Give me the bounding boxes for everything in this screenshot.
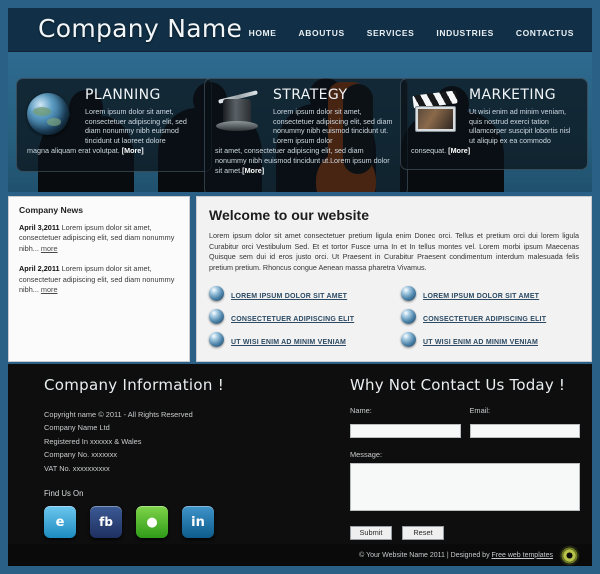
feature-more-link[interactable]: [More] <box>242 166 264 175</box>
site-header: Company Name HOME ABOUTUS SERVICES INDUS… <box>8 8 592 52</box>
news-item-more-link[interactable]: more <box>41 285 58 294</box>
linkedin-icon[interactable]: in <box>182 506 214 539</box>
copyright-label: © Your Website Name 2011 | Designed by <box>359 551 492 559</box>
technorati-icon[interactable]: ● <box>136 506 168 539</box>
list-item[interactable]: UT WISI ENIM AD MINIM VENIAM <box>401 331 579 347</box>
contact-row-name-email: Name: Email: <box>350 406 580 438</box>
feature-body: Lorem ipsum dolor sit amet, consectetuer… <box>273 107 393 145</box>
news-item-more-link[interactable]: more <box>41 244 58 253</box>
contact-form-title: Why Not Contact Us Today ! <box>350 376 566 394</box>
magic-hat-icon <box>215 90 261 139</box>
welcome-link[interactable]: UT WISI ENIM AD MINIM VENIAM <box>423 339 538 347</box>
nav-item-contactus[interactable]: CONTACTUS <box>516 28 574 38</box>
find-us-on-label: Find Us On <box>44 489 84 499</box>
feature-box-marketing[interactable]: MARKETING Ut wisi enim ad minim veniam, … <box>400 78 588 170</box>
company-information-section: Company Information ! Copyright name © 2… <box>36 376 336 539</box>
feature-title: PLANNING <box>85 87 161 103</box>
sphere-bullet-icon <box>209 331 224 347</box>
form-buttons: Submit Reset <box>350 525 580 540</box>
eye-logo-icon <box>561 546 578 564</box>
company-info-line: Company Name Ltd <box>44 423 110 433</box>
company-info-line: VAT No. xxxxxxxxxx <box>44 463 110 473</box>
bottom-bar: © Your Website Name 2011 | Designed by F… <box>8 544 592 566</box>
company-news-title: Company News <box>19 205 83 215</box>
hero-banner: PLANNING Lorem ipsum dolor sit amet, con… <box>8 52 592 192</box>
designer-link[interactable]: Free web templates <box>492 552 553 559</box>
twitter-icon[interactable]: e <box>44 506 76 539</box>
company-information-title: Company Information ! <box>44 376 225 394</box>
nav-item-home[interactable]: HOME <box>249 28 277 38</box>
nav-item-aboutus[interactable]: ABOUTUS <box>299 28 345 38</box>
welcome-panel: Welcome to our website Lorem ipsum dolor… <box>196 196 592 362</box>
company-news-panel: Company News April 3,2011 Lorem ipsum do… <box>8 196 190 362</box>
welcome-link[interactable]: CONSECTETUER ADIPISCING ELIT <box>231 316 354 324</box>
feature-overflow: consequat. [More] <box>411 146 471 156</box>
message-field-group: Message: <box>350 450 580 516</box>
welcome-title: Welcome to our website <box>209 207 369 223</box>
sphere-bullet-icon <box>209 308 224 324</box>
sphere-bullet-icon <box>401 308 416 324</box>
name-label: Name: <box>350 406 372 415</box>
globe-icon <box>27 93 73 139</box>
feature-box-strategy[interactable]: STRATEGY Lorem ipsum dolor sit amet, con… <box>204 78 408 192</box>
link-columns: LOREM IPSUM DOLOR SIT AMET CONSECTETUER … <box>209 285 579 354</box>
feature-body: Ut wisi enim ad minim veniam, quis nostr… <box>469 107 571 145</box>
welcome-link[interactable]: UT WISI ENIM AD MINIM VENIAM <box>231 339 346 347</box>
email-field-group: Email: <box>469 406 580 438</box>
company-info-line: Registered In xxxxxx & Wales <box>44 436 142 446</box>
clapperboard-icon <box>411 90 458 139</box>
feature-overflow: sit amet, consectetuer adipiscing elit, … <box>215 146 390 175</box>
facebook-icon[interactable]: fb <box>90 506 122 539</box>
feature-more-link[interactable]: [More] <box>122 146 144 155</box>
list-item[interactable]: LOREM IPSUM DOLOR SIT AMET <box>209 285 387 301</box>
feature-title: STRATEGY <box>273 87 348 103</box>
site-logo: Company Name <box>38 14 243 43</box>
news-item: April 2,2011 Lorem ipsum dolor sit amet,… <box>19 264 179 295</box>
feature-title: MARKETING <box>469 87 557 103</box>
link-column-right: LOREM IPSUM DOLOR SIT AMET CONSECTETUER … <box>401 285 579 354</box>
sphere-bullet-icon <box>401 331 416 347</box>
site-footer: Company Information ! Copyright name © 2… <box>8 364 592 544</box>
email-label: Email: <box>469 406 491 415</box>
list-item[interactable]: CONSECTETUER ADIPISCING ELIT <box>401 308 579 324</box>
submit-button[interactable]: Submit <box>350 525 392 540</box>
news-item: April 3,2011 Lorem ipsum dolor sit amet,… <box>19 223 179 254</box>
page-root: Company Name HOME ABOUTUS SERVICES INDUS… <box>0 0 600 574</box>
email-input[interactable] <box>469 423 580 438</box>
copyright-text: © Your Website Name 2011 | Designed by F… <box>359 552 553 559</box>
welcome-intro: Lorem ipsum dolor sit amet consectetuer … <box>209 231 579 272</box>
news-item-date: April 2,2011 <box>19 264 60 274</box>
reset-button[interactable]: Reset <box>402 525 444 540</box>
feature-box-group: PLANNING Lorem ipsum dolor sit amet, con… <box>8 52 592 192</box>
feature-overflow: magna aliquam erat volutpat. [More] <box>27 146 144 156</box>
social-links: e fb ● in <box>44 506 336 539</box>
list-item[interactable]: CONSECTETUER ADIPISCING ELIT <box>209 308 387 324</box>
list-item[interactable]: UT WISI ENIM AD MINIM VENIAM <box>209 331 387 347</box>
company-info-line: Copyright name © 2011 - All Rights Reser… <box>44 410 193 419</box>
feature-body: Lorem ipsum dolor sit amet, consectetuer… <box>85 107 187 145</box>
welcome-link[interactable]: CONSECTETUER ADIPISCING ELIT <box>423 316 546 324</box>
message-textarea[interactable] <box>350 462 580 511</box>
nav-item-services[interactable]: SERVICES <box>367 28 415 38</box>
company-info-line: Company No. xxxxxxx <box>44 450 118 460</box>
main-content: Company News April 3,2011 Lorem ipsum do… <box>8 196 592 362</box>
feature-more-link[interactable]: [More] <box>448 146 470 155</box>
main-navigation: HOME ABOUTUS SERVICES INDUSTRIES CONTACT… <box>249 28 574 38</box>
welcome-link[interactable]: LOREM IPSUM DOLOR SIT AMET <box>231 293 347 301</box>
sphere-bullet-icon <box>209 285 224 301</box>
news-item-date: April 3,2011 <box>19 223 60 232</box>
nav-item-industries[interactable]: INDUSTRIES <box>436 28 493 38</box>
message-label: Message: <box>350 449 383 459</box>
name-field-group: Name: <box>350 406 461 438</box>
list-item[interactable]: LOREM IPSUM DOLOR SIT AMET <box>401 285 579 301</box>
feature-box-planning[interactable]: PLANNING Lorem ipsum dolor sit amet, con… <box>16 78 212 172</box>
link-column-left: LOREM IPSUM DOLOR SIT AMET CONSECTETUER … <box>209 285 387 354</box>
sphere-bullet-icon <box>401 285 416 301</box>
contact-form-section: Why Not Contact Us Today ! Name: Email: … <box>350 376 580 540</box>
name-input[interactable] <box>350 423 461 438</box>
welcome-link[interactable]: LOREM IPSUM DOLOR SIT AMET <box>423 293 539 301</box>
